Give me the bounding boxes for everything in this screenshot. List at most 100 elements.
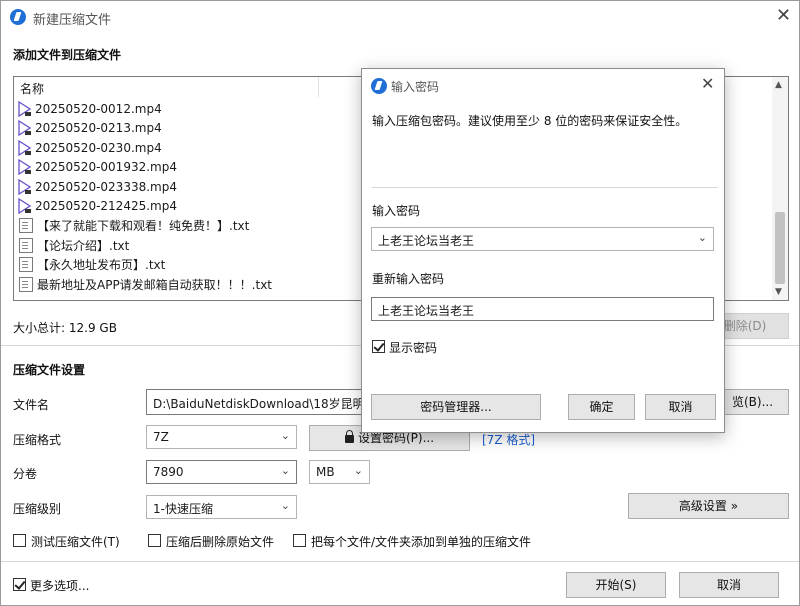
file-name: 20250520-0213.mp4 (35, 121, 162, 136)
file-name: 最新地址及APP请发邮箱自动获取！！！.txt (37, 277, 273, 292)
video-file-icon (18, 198, 32, 215)
ok-button[interactable]: 确定 (568, 394, 635, 420)
reenter-value: 上老王论坛当老王 (378, 304, 475, 318)
password-label: 输入密码 (372, 204, 421, 218)
chevron-down-icon: ⌄ (280, 429, 290, 442)
filename-label: 文件名 (13, 398, 50, 412)
dialog-divider (372, 187, 718, 188)
split-label: 分卷 (13, 467, 38, 481)
start-button[interactable]: 开始(S) (566, 572, 666, 598)
list-item[interactable]: 【来了就能下载和观看！纯免费！】.txt (18, 216, 272, 236)
separate-archives-label[interactable]: 把每个文件/文件夹添加到单独的压缩文件 (311, 533, 531, 550)
footer-divider (1, 561, 799, 562)
file-name: 20250520-0012.mp4 (35, 101, 162, 116)
format-select[interactable]: 7Z ⌄ (146, 425, 297, 449)
list-scrollbar[interactable]: ▲ ▼ (772, 77, 788, 300)
video-file-icon (18, 178, 32, 195)
advanced-settings-button[interactable]: 高级设置 » (628, 493, 789, 519)
browse-button-label: 览(B)... (731, 395, 774, 409)
delete-after-checkbox[interactable] (148, 534, 161, 547)
browse-button[interactable]: 览(B)... (716, 389, 789, 415)
set-password-label: 设置密码(P)... (357, 431, 435, 445)
list-item[interactable]: 【永久地址发布页】.txt (18, 255, 272, 275)
chevron-down-icon: ⌄ (353, 464, 363, 477)
list-item[interactable]: 最新地址及APP请发邮箱自动获取！！！.txt (18, 275, 272, 295)
split-unit-value: MB (316, 465, 335, 479)
scroll-up-icon[interactable]: ▲ (775, 80, 782, 90)
chevron-down-icon[interactable]: ⌄ (698, 231, 707, 244)
column-separator[interactable] (318, 77, 319, 97)
start-button-label: 开始(S) (595, 578, 637, 592)
test-archive-label[interactable]: 测试压缩文件(T) (31, 533, 120, 550)
separate-archives-checkbox[interactable] (293, 534, 306, 547)
password-value: 上老王论坛当老王 (378, 234, 475, 248)
text-file-icon (19, 237, 33, 253)
app-logo-icon (371, 78, 387, 94)
text-file-icon (19, 276, 33, 292)
close-icon[interactable]: ✕ (776, 7, 791, 25)
list-item[interactable]: 20250520-023338.mp4 (18, 177, 272, 197)
split-select[interactable]: 7890 ⌄ (146, 460, 297, 484)
total-size: 大小总计: 12.9 GB (13, 321, 117, 335)
close-icon[interactable]: ✕ (701, 76, 714, 92)
level-label: 压缩级别 (13, 502, 62, 516)
password-input[interactable]: 上老王论坛当老王 ⌄ (371, 227, 714, 251)
video-file-icon (18, 120, 32, 137)
more-options-label[interactable]: 更多选项... (30, 577, 89, 594)
list-item[interactable]: 20250520-0213.mp4 (18, 119, 272, 139)
file-name: 【永久地址发布页】.txt (37, 258, 166, 273)
ok-button-label: 确定 (589, 400, 614, 414)
scroll-thumb[interactable] (775, 212, 785, 284)
file-name: 20250520-001932.mp4 (35, 160, 177, 175)
format-value: 7Z (153, 430, 169, 444)
dialog-description: 输入压缩包密码。建议使用至少 8 位的密码来保证安全性。 (372, 114, 688, 128)
level-value: 1-快速压缩 (153, 502, 213, 516)
text-file-icon (19, 218, 33, 234)
list-item[interactable]: 20250520-001932.mp4 (18, 158, 272, 178)
file-name: 【论坛介绍】.txt (37, 238, 130, 253)
reenter-label: 重新输入密码 (372, 272, 445, 286)
show-password-label[interactable]: 显示密码 (389, 339, 437, 356)
column-name[interactable]: 名称 (20, 80, 44, 97)
advanced-settings-label: 高级设置 » (678, 499, 739, 513)
cancel-button-label: 取消 (716, 578, 741, 592)
delete-after-label[interactable]: 压缩后删除原始文件 (166, 533, 274, 550)
video-file-icon (18, 139, 32, 156)
scroll-down-icon[interactable]: ▼ (775, 287, 782, 297)
window-title: 新建压缩文件 (33, 13, 112, 28)
settings-heading: 压缩文件设置 (13, 363, 86, 377)
app-logo-icon (10, 9, 26, 25)
list-item[interactable]: 【论坛介绍】.txt (18, 236, 272, 256)
chevron-down-icon: ⌄ (280, 499, 290, 512)
split-unit-select[interactable]: MB ⌄ (309, 460, 370, 484)
dialog-title-bar: 输入密码 ✕ (362, 69, 724, 101)
list-item[interactable]: 20250520-0012.mp4 (18, 99, 272, 119)
video-file-icon (18, 159, 32, 176)
filename-input[interactable]: D:\BaiduNetdiskDownload\18岁昆明 (146, 389, 371, 415)
password-manager-label: 密码管理器... (420, 400, 492, 414)
level-select[interactable]: 1-快速压缩 ⌄ (146, 495, 297, 519)
dialog-title: 输入密码 (391, 80, 440, 94)
lock-icon (344, 430, 354, 443)
password-manager-button[interactable]: 密码管理器... (371, 394, 541, 420)
file-name: 20250520-212425.mp4 (35, 199, 177, 214)
split-value: 7890 (153, 465, 184, 479)
dialog-cancel-button[interactable]: 取消 (645, 394, 716, 420)
filename-value: D:\BaiduNetdiskDownload\18岁昆明 (153, 397, 365, 411)
test-archive-checkbox[interactable] (13, 534, 26, 547)
password-dialog: 输入密码 ✕ 输入压缩包密码。建议使用至少 8 位的密码来保证安全性。 输入密码… (361, 68, 725, 433)
file-name: 20250520-023338.mp4 (35, 179, 177, 194)
chevron-down-icon: ⌄ (280, 464, 290, 477)
more-options-checkbox[interactable] (13, 578, 26, 591)
reenter-password-input[interactable]: 上老王论坛当老王 (371, 297, 714, 321)
add-files-heading: 添加文件到压缩文件 (13, 48, 122, 62)
file-name: 20250520-0230.mp4 (35, 140, 162, 155)
format-label: 压缩格式 (13, 433, 62, 447)
cancel-button[interactable]: 取消 (679, 572, 779, 598)
delete-button-label: 删除(D) (723, 319, 767, 333)
title-bar: 新建压缩文件 ✕ (1, 1, 799, 33)
list-item[interactable]: 20250520-212425.mp4 (18, 197, 272, 217)
file-name: 【来了就能下载和观看！纯免费！】.txt (37, 219, 250, 234)
show-password-checkbox[interactable] (372, 340, 385, 353)
list-item[interactable]: 20250520-0230.mp4 (18, 138, 272, 158)
